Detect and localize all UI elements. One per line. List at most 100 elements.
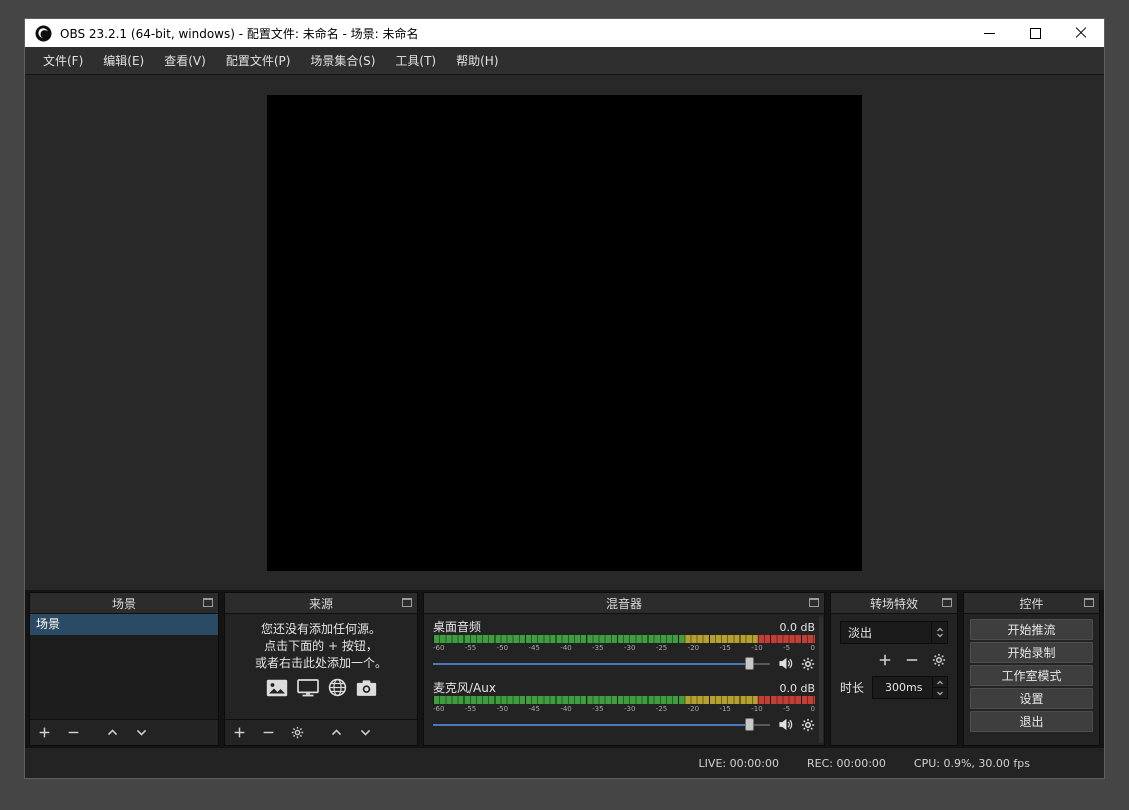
dock-float-icon[interactable] [942, 598, 952, 607]
status-live-time: LIVE: 00:00:00 [699, 757, 779, 770]
tick-label: 0 [810, 644, 814, 653]
mixer-body: 桌面音频 0.0 dB -60-55-50-45-40-35-30-25-20-… [424, 614, 824, 745]
move-scene-down-button[interactable] [135, 726, 148, 739]
mixer-scrollbar[interactable] [819, 616, 823, 743]
volume-slider-fill [433, 724, 750, 726]
channel-settings-gear-icon[interactable] [801, 657, 815, 671]
dock-float-icon[interactable] [402, 598, 412, 607]
volume-slider[interactable] [433, 717, 770, 732]
tick-label: -20 [688, 644, 699, 653]
add-transition-button[interactable] [878, 653, 892, 667]
combo-arrows-icon[interactable] [931, 622, 947, 643]
window-title: OBS 23.2.1 (64-bit, windows) - 配置文件: 未命名… [60, 25, 966, 42]
minimize-icon [984, 33, 995, 34]
close-button[interactable] [1058, 19, 1104, 47]
scenes-dock-header[interactable]: 场景 [30, 593, 218, 614]
dock-row: 场景 场景 来源 [25, 590, 1104, 748]
tick-label: -60 [433, 644, 444, 653]
obs-window: OBS 23.2.1 (64-bit, windows) - 配置文件: 未命名… [24, 18, 1105, 779]
menu-tools[interactable]: 工具(T) [385, 47, 446, 74]
dock-float-icon[interactable] [203, 598, 213, 607]
obs-logo-icon [35, 25, 52, 42]
source-properties-button[interactable] [291, 726, 304, 739]
volume-slider[interactable] [433, 656, 770, 671]
mute-speaker-icon[interactable] [778, 656, 793, 671]
move-scene-up-button[interactable] [106, 726, 119, 739]
controls-body: 开始推流 开始录制 工作室模式 设置 退出 [964, 614, 1099, 745]
tick-label: -35 [592, 644, 603, 653]
dock-float-icon[interactable] [1084, 598, 1094, 607]
exit-button[interactable]: 退出 [970, 711, 1093, 732]
window-controls [966, 19, 1104, 47]
move-source-down-button[interactable] [359, 726, 372, 739]
maximize-button[interactable] [1012, 19, 1058, 47]
tick-label: -50 [497, 644, 508, 653]
channel-name: 麦克风/Aux [433, 679, 496, 696]
channel-name: 桌面音频 [433, 618, 481, 635]
status-rec-time: REC: 00:00:00 [807, 757, 886, 770]
preview-canvas[interactable] [267, 95, 862, 571]
tick-label: -40 [560, 644, 571, 653]
transitions-dock: 转场特效 淡出 时长 [830, 592, 958, 746]
transition-selected-value: 淡出 [841, 622, 931, 643]
menu-scene-collection[interactable]: 场景集合(S) [300, 47, 385, 74]
menu-view[interactable]: 查看(V) [154, 47, 216, 74]
menu-edit[interactable]: 编辑(E) [93, 47, 154, 74]
remove-scene-button[interactable] [67, 726, 80, 739]
scene-list[interactable]: 场景 [30, 614, 218, 719]
controls-dock-header[interactable]: 控件 [964, 593, 1099, 614]
sources-empty-text: 点击下面的 + 按钮， [264, 638, 378, 655]
dock-float-icon[interactable] [809, 598, 819, 607]
studio-mode-button[interactable]: 工作室模式 [970, 665, 1093, 686]
volume-slider-handle[interactable] [745, 718, 754, 731]
remove-source-button[interactable] [262, 726, 275, 739]
start-streaming-button[interactable]: 开始推流 [970, 619, 1093, 640]
image-source-icon [266, 679, 288, 697]
close-icon [1075, 27, 1087, 39]
transitions-dock-header[interactable]: 转场特效 [831, 593, 957, 614]
move-source-up-button[interactable] [330, 726, 343, 739]
camera-source-icon [356, 679, 377, 697]
status-cpu-fps: CPU: 0.9%, 30.00 fps [914, 757, 1030, 770]
menu-profile[interactable]: 配置文件(P) [216, 47, 301, 74]
browser-source-icon [328, 678, 347, 697]
spin-up-button[interactable] [933, 677, 947, 688]
menu-help[interactable]: 帮助(H) [446, 47, 508, 74]
start-recording-button[interactable]: 开始录制 [970, 642, 1093, 663]
sources-dock: 来源 您还没有添加任何源。 点击下面的 + 按钮， 或者右击此处添加一个。 [224, 592, 418, 746]
statusbar: LIVE: 00:00:00 REC: 00:00:00 CPU: 0.9%, … [25, 748, 1104, 778]
add-source-button[interactable] [233, 726, 246, 739]
duration-spinbox[interactable]: 300ms [872, 676, 948, 699]
scene-list-item-selected[interactable]: 场景 [30, 614, 218, 635]
menu-file[interactable]: 文件(F) [33, 47, 93, 74]
tick-label: -30 [624, 644, 635, 653]
volume-meter [433, 696, 815, 704]
duration-value[interactable]: 300ms [873, 677, 932, 698]
controls-dock: 控件 开始推流 开始录制 工作室模式 设置 退出 [963, 592, 1100, 746]
spin-down-button[interactable] [933, 688, 947, 698]
tick-label: -40 [560, 705, 571, 714]
tick-label: -55 [465, 705, 476, 714]
mixer-channel-mic-aux: 麦克风/Aux 0.0 dB -60-55-50-45-40-35-30-25-… [433, 679, 815, 733]
channel-settings-gear-icon[interactable] [801, 718, 815, 732]
tick-label: 0 [810, 705, 814, 714]
sources-empty-area[interactable]: 您还没有添加任何源。 点击下面的 + 按钮， 或者右击此处添加一个。 [225, 614, 417, 719]
tick-label: -50 [497, 705, 508, 714]
tick-label: -25 [656, 705, 667, 714]
tick-label: -60 [433, 705, 444, 714]
transition-properties-gear-icon[interactable] [932, 653, 946, 667]
minimize-button[interactable] [966, 19, 1012, 47]
sources-dock-header[interactable]: 来源 [225, 593, 417, 614]
source-type-icons [266, 678, 377, 697]
tick-label: -10 [751, 644, 762, 653]
transition-select[interactable]: 淡出 [840, 621, 948, 644]
mixer-dock-header[interactable]: 混音器 [424, 593, 824, 614]
remove-transition-button[interactable] [905, 653, 919, 667]
duration-label: 时长 [840, 679, 864, 696]
volume-slider-handle[interactable] [745, 657, 754, 670]
sources-empty-text: 或者右击此处添加一个。 [255, 655, 387, 672]
titlebar[interactable]: OBS 23.2.1 (64-bit, windows) - 配置文件: 未命名… [25, 19, 1104, 47]
add-scene-button[interactable] [38, 726, 51, 739]
mute-speaker-icon[interactable] [778, 717, 793, 732]
settings-button[interactable]: 设置 [970, 688, 1093, 709]
